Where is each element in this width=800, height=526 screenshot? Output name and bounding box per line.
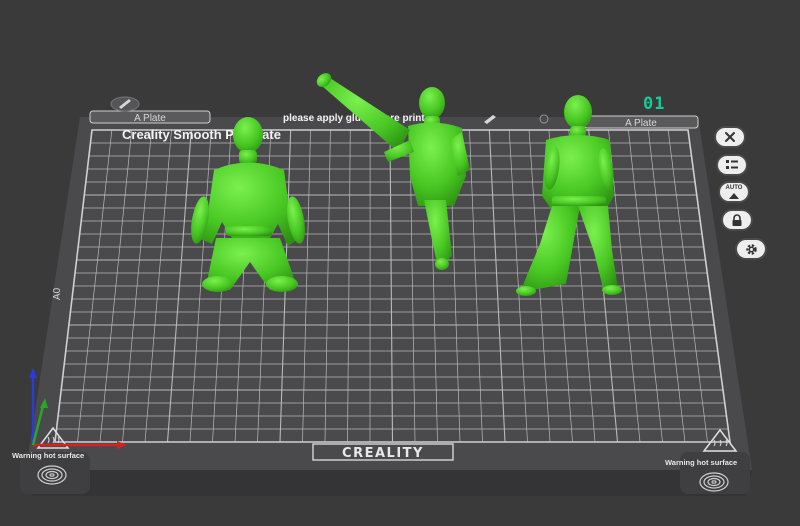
- close-icon: [725, 132, 735, 142]
- hot-surface-warning-left: Warning hot surface: [12, 451, 84, 460]
- plate-settings-button[interactable]: [735, 238, 767, 260]
- auto-orient-button[interactable]: AUTO: [718, 181, 750, 203]
- lock-icon: [732, 213, 742, 226]
- build-plate-edge: [26, 470, 752, 496]
- hot-surface-warning-right: Warning hot surface: [665, 458, 737, 467]
- list-icon: [726, 160, 738, 169]
- plate-tab-right-label: A Plate: [625, 118, 657, 129]
- gear-icon: [745, 243, 757, 255]
- orient-icon: [729, 192, 739, 199]
- plate-tab-left-label: A Plate: [134, 113, 166, 124]
- build-plate: [26, 117, 752, 470]
- lock-plate-button[interactable]: [721, 209, 753, 231]
- edit-plate-name-icon[interactable]: [110, 96, 140, 112]
- 3d-viewport[interactable]: A Plate A Plate Creality Smooth PEI Plat…: [0, 0, 800, 526]
- arrange-button[interactable]: [716, 154, 748, 176]
- brand-logo: CREALITY: [342, 446, 424, 461]
- plate-side-label: A0: [52, 287, 63, 300]
- close-plate-button[interactable]: [714, 126, 746, 148]
- plate-number: 01: [643, 94, 666, 114]
- plate-notice: please apply glue before print: [283, 113, 425, 124]
- auto-orient-label: AUTO: [725, 184, 743, 191]
